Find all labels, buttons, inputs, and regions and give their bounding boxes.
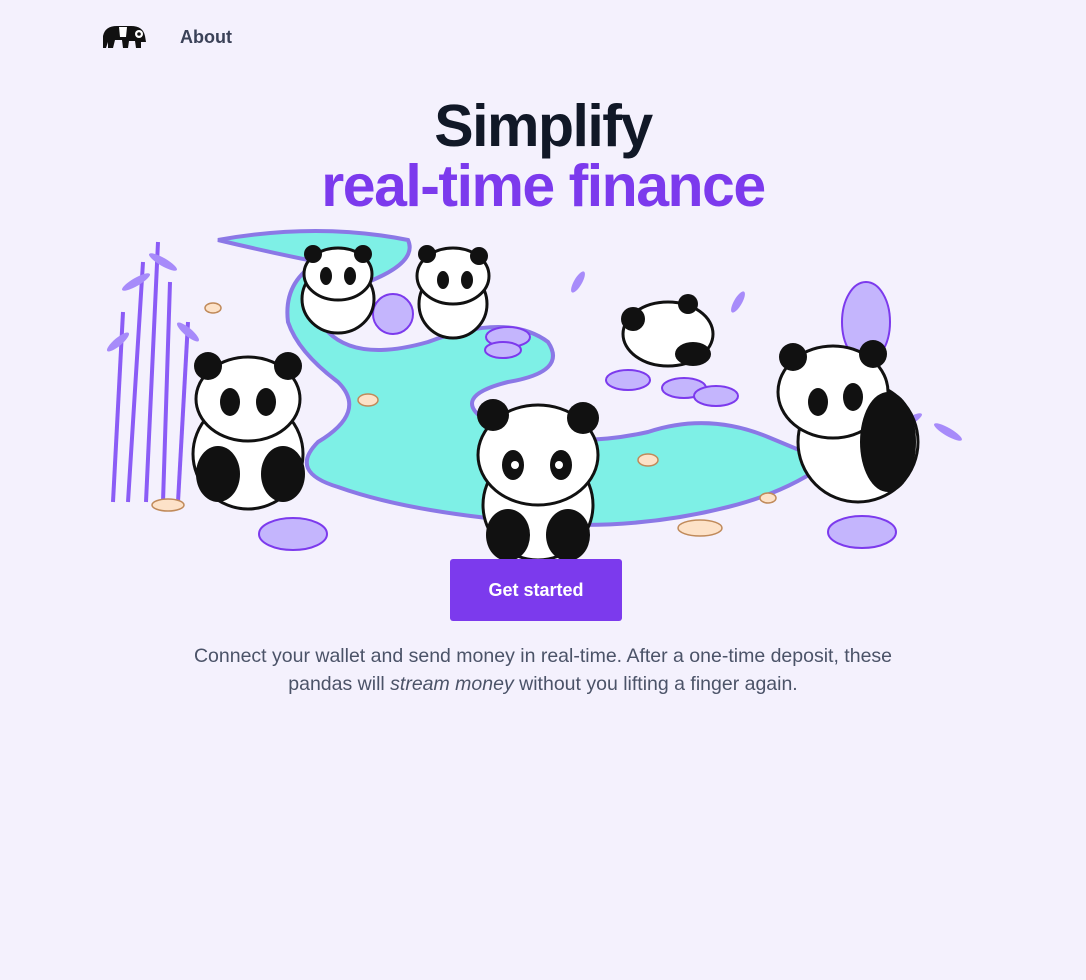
description-emphasis: stream money	[390, 673, 514, 695]
panda-top-mid	[415, 245, 491, 340]
nav-about-link[interactable]: About	[180, 27, 232, 48]
hero-illustration	[106, 229, 962, 562]
panda-left	[191, 352, 305, 511]
panda-logo-icon[interactable]	[99, 22, 149, 50]
hero-title-line1: Simplify	[434, 93, 653, 159]
panda-top-left	[300, 245, 376, 335]
hero-title-line2: real-time finance	[321, 153, 766, 219]
get-started-button[interactable]: Get started	[450, 559, 622, 621]
pandas	[191, 245, 920, 562]
top-nav: About	[0, 0, 1086, 74]
hero-description: Connect your wallet and send money in re…	[170, 642, 916, 698]
bamboo-left	[111, 241, 190, 503]
panda-sleeping	[621, 294, 715, 368]
panda-center	[476, 399, 600, 562]
description-part2: without you lifting a finger again.	[519, 673, 798, 695]
hero-title: Simplify real-time finance	[0, 96, 1086, 216]
